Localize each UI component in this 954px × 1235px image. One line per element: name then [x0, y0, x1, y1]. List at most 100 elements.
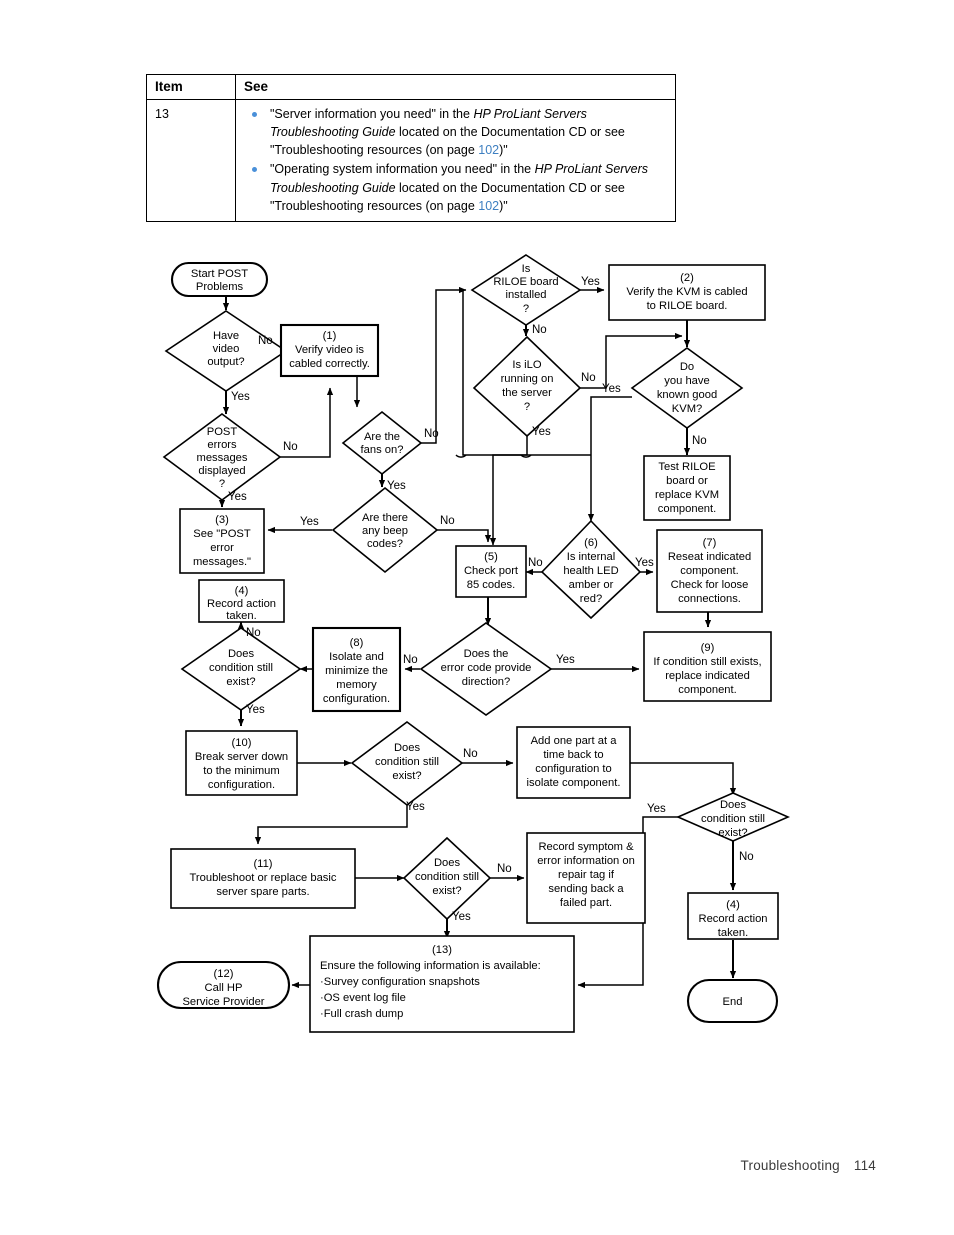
node-end[interactable]: End: [686, 978, 779, 1024]
node-box6-line-1: Is internal: [567, 551, 616, 563]
edge-label-health-yes: Yes: [635, 557, 654, 569]
node-box4b-line-2: taken.: [718, 927, 748, 939]
node-known-good-kvm[interactable]: Do you have known good KVM?: [630, 347, 744, 429]
node-box13-line-3: ·OS event log file: [320, 992, 406, 1004]
node-box12-line-1: Call HP: [205, 982, 243, 994]
node-box11-line-0: (11): [253, 858, 272, 870]
node-errcode-line-0: Does the: [464, 648, 509, 660]
node-record-symptom[interactable]: Record symptom & error information on re…: [526, 832, 646, 924]
node-box11-troubleshoot-spare-parts[interactable]: (11) Troubleshoot or replace basic serve…: [170, 848, 356, 909]
node-box7-line-4: connections.: [678, 593, 741, 605]
edge-label-beep-yes: Yes: [300, 516, 319, 528]
node-box8-line-0: (8): [350, 637, 364, 649]
node-record-symptom-line-0: Record symptom &: [538, 841, 634, 853]
node-fans-on[interactable]: Are the fans on?: [341, 410, 423, 476]
node-box2-line-0: (2): [680, 272, 694, 284]
node-cond-c-line-0: Does: [720, 799, 747, 811]
edge-label-cond-c-yes: Yes: [647, 803, 666, 815]
node-riloe-line-0: Is: [522, 263, 531, 275]
node-post-errors-displayed[interactable]: POST errors messages displayed ?: [162, 413, 282, 501]
node-post-errors-line-3: displayed: [198, 465, 245, 477]
node-box9-replace-component[interactable]: (9) If condition still exists, replace i…: [643, 631, 772, 702]
edge-label-kvm-yes: Yes: [602, 383, 621, 395]
node-cond-b-line-0: Does: [394, 742, 421, 754]
node-ilo-running[interactable]: Is iLO running on the server ?: [472, 335, 582, 438]
node-add-part-line-2: configuration to: [535, 763, 612, 775]
edge-label-cond-d-yes: Yes: [452, 911, 471, 923]
node-cond-c-line-1: condition still: [701, 813, 765, 825]
node-box1-verify-video[interactable]: (1) Verify video is cabled correctly.: [279, 323, 380, 378]
node-box13-ensure-information[interactable]: (13) Ensure the following information is…: [309, 935, 575, 1033]
node-cond-d-line-0: Does: [434, 857, 461, 869]
edge-label-errcode-yes: Yes: [556, 654, 575, 666]
node-box1-line-2: cabled correctly.: [289, 358, 370, 370]
node-box8-isolate-memory[interactable]: (8) Isolate and minimize the memory conf…: [311, 626, 402, 713]
node-post-errors-line-0: POST: [207, 426, 238, 438]
node-box5-check-port-85[interactable]: (5) Check port 85 codes.: [455, 545, 527, 598]
node-beep-codes[interactable]: Are there any beep codes?: [331, 486, 439, 574]
node-box1-line-1: Verify video is: [295, 344, 364, 356]
edge-label-health-no: No: [528, 557, 543, 569]
edge-label-beep-no: No: [440, 515, 455, 527]
node-box4a-record-action[interactable]: (4) Record action taken.: [198, 579, 285, 623]
edge-label-riloe-yes: Yes: [581, 276, 600, 288]
node-box5-line-2: 85 codes.: [467, 579, 516, 591]
node-kvm-line-1: you have: [664, 375, 709, 387]
node-fans-on-line-0: Are the: [364, 431, 400, 443]
node-box4a-line-0: (4): [235, 585, 249, 597]
node-beep-codes-line-1: any beep: [362, 525, 408, 537]
node-box3-line-1: See "POST: [193, 528, 251, 540]
node-ilo-line-3: ?: [524, 401, 530, 413]
edge-label-fans-on-no: No: [424, 428, 439, 440]
node-cond-d-line-1: condition still: [415, 871, 479, 883]
node-box4b-record-action[interactable]: (4) Record action taken.: [687, 892, 779, 940]
node-have-video-line-2: output?: [207, 356, 244, 368]
node-box5-line-0: (5): [484, 551, 498, 563]
node-end-label: End: [723, 996, 743, 1008]
node-fans-on-line-1: fans on?: [361, 444, 404, 456]
node-cond-b-line-2: exist?: [392, 770, 421, 782]
node-riloe-line-2: installed: [505, 289, 546, 301]
node-add-one-part[interactable]: Add one part at a time back to configura…: [516, 726, 631, 799]
node-condition-still-exist-b[interactable]: Does condition still exist?: [350, 721, 464, 807]
node-beep-codes-line-0: Are there: [362, 512, 408, 524]
node-box6-internal-health-led[interactable]: (6) Is internal health LED amber or red?: [540, 519, 642, 620]
node-box9-line-3: component.: [678, 684, 736, 696]
node-box12-line-2: Service Provider: [182, 996, 264, 1008]
node-have-video-line-0: Have: [213, 330, 239, 342]
node-box5-line-1: Check port: [464, 565, 519, 577]
node-box7-reseat-component[interactable]: (7) Reseat indicated component. Check fo…: [656, 529, 763, 613]
node-start[interactable]: Start POST Problems: [170, 261, 269, 298]
node-box4b-line-1: Record action: [698, 913, 767, 925]
node-box9-line-0: (9): [701, 642, 715, 654]
node-post-errors-line-4: ?: [219, 478, 225, 490]
node-box4a-line-1: Record action: [207, 598, 276, 610]
edge-label-cond-b-no: No: [463, 748, 478, 760]
footer-section-label: Troubleshooting: [740, 1158, 840, 1173]
node-condition-still-exist-d[interactable]: Does condition still exist?: [402, 836, 492, 921]
node-kvm-line-0: Do: [680, 361, 694, 373]
node-box7-line-0: (7): [703, 537, 717, 549]
edge-label-ilo-no: No: [581, 372, 596, 384]
node-cond-a-line-2: exist?: [226, 676, 255, 688]
node-box8-line-4: configuration.: [323, 693, 390, 705]
node-test-riloe-board[interactable]: Test RILOE board or replace KVM componen…: [643, 455, 731, 521]
node-box12-call-hp-service-provider[interactable]: (12) Call HP Service Provider: [156, 960, 291, 1010]
node-riloe-board-installed[interactable]: Is RILOE board installed ?: [470, 254, 582, 326]
node-riloe-line-3: ?: [523, 303, 529, 315]
node-box6-line-3: amber or: [569, 579, 614, 591]
node-box3-post-error-messages[interactable]: (3) See "POST error messages.": [179, 508, 265, 574]
node-condition-still-exist-c[interactable]: Does condition still exist?: [675, 792, 791, 842]
node-record-symptom-line-1: error information on: [537, 855, 635, 867]
node-error-code-provide-direction[interactable]: Does the error code provide direction?: [419, 622, 553, 716]
node-record-symptom-line-2: repair tag if: [558, 869, 615, 881]
node-box4a-line-2: taken.: [226, 610, 256, 622]
node-have-video-output[interactable]: Have video output?: [164, 310, 288, 392]
node-condition-still-exist-a[interactable]: Does condition still exist?: [180, 627, 302, 711]
node-box8-line-2: minimize the: [325, 665, 388, 677]
node-box10-break-server-down[interactable]: (10) Break server down to the minimum co…: [185, 730, 298, 796]
node-box10-line-2: to the minimum: [203, 765, 279, 777]
node-box6-line-4: red?: [580, 593, 602, 605]
node-box13-line-1: Ensure the following information is avai…: [320, 960, 541, 972]
node-box2-verify-kvm-cabled[interactable]: (2) Verify the KVM is cabled to RILOE bo…: [608, 264, 766, 321]
